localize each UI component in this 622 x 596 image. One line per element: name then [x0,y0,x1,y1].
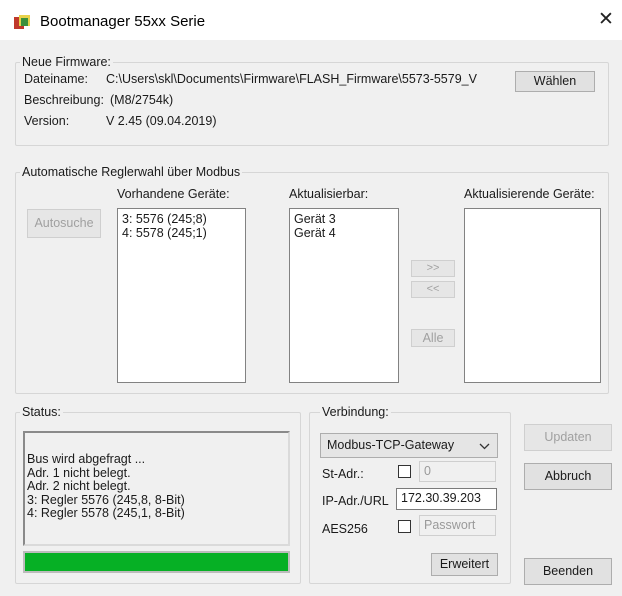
station-address-label: St-Adr.: [322,467,364,481]
progress-bar-fill [24,552,289,572]
available-devices-list[interactable]: 3: 5576 (245;8) 4: 5578 (245;1) [117,208,246,383]
ip-address-label: IP-Adr./URL [322,494,389,508]
close-icon[interactable]: ✕ [598,10,614,29]
move-left-button[interactable]: << [411,281,455,298]
abort-button[interactable]: Abbruch [524,463,612,490]
progress-bar-track [23,551,290,573]
status-line: 3: Regler 5576 (245,8, 8-Bit) [27,492,185,507]
update-button[interactable]: Updaten [524,424,612,451]
aes256-label: AES256 [322,522,368,536]
advanced-button[interactable]: Erweitert [431,553,498,576]
choose-file-button[interactable]: Wählen [515,71,595,92]
station-address-checkbox[interactable] [398,465,411,478]
file-label: Dateiname: [24,72,88,86]
window-title: Bootmanager 55xx Serie [40,13,206,30]
firmware-group-label: Neue Firmware: [20,55,113,69]
exit-button[interactable]: Beenden [524,558,612,585]
app-icon [14,15,30,29]
list-item[interactable]: Gerät 4 [294,226,394,240]
connection-group-label: Verbindung: [320,405,391,419]
select-all-button[interactable]: Alle [411,329,455,347]
version-value: V 2.45 (09.04.2019) [106,114,217,128]
updating-devices-label: Aktualisierende Geräte: [464,187,595,201]
chevron-down-icon [479,443,490,450]
status-group-label: Status: [20,405,63,419]
version-label: Version: [24,114,70,128]
connection-mode-select[interactable]: Modbus-TCP-Gateway [320,433,498,458]
ip-address-input[interactable]: 172.30.39.203 [396,488,497,510]
file-path-value: C:\Users\skl\Documents\Firmware\FLASH_Fi… [106,72,477,86]
list-item[interactable]: 4: 5578 (245;1) [122,226,241,240]
available-devices-label: Vorhandene Geräte: [117,187,230,201]
connection-mode-value: Modbus-TCP-Gateway [327,438,455,452]
updatable-label: Aktualisierbar: [289,187,369,201]
autosearch-button[interactable]: Autosuche [27,209,101,238]
updating-devices-list[interactable] [464,208,601,383]
station-address-input[interactable]: 0 [419,461,496,482]
description-value: (M8/2754k) [110,93,174,107]
status-line: Bus wird abgefragt ... [27,452,146,466]
aes256-checkbox[interactable] [398,520,411,533]
status-line: Adr. 1 nicht belegt. [27,465,131,480]
status-log: Bus wird abgefragt ... Adr. 1 nicht bele… [23,431,290,546]
modbus-group-label: Automatische Reglerwahl über Modbus [20,165,243,179]
move-right-button[interactable]: >> [411,260,455,277]
description-label: Beschreibung: [24,93,104,107]
password-input[interactable]: Passwort [419,515,496,536]
updatable-devices-list[interactable]: Gerät 3 Gerät 4 [289,208,399,383]
status-line: Adr. 2 nicht belegt. [27,479,131,493]
list-item[interactable]: 3: 5576 (245;8) [122,212,241,226]
status-line: 4: Regler 5578 (245,1, 8-Bit) [27,506,185,520]
list-item[interactable]: Gerät 3 [294,212,394,226]
